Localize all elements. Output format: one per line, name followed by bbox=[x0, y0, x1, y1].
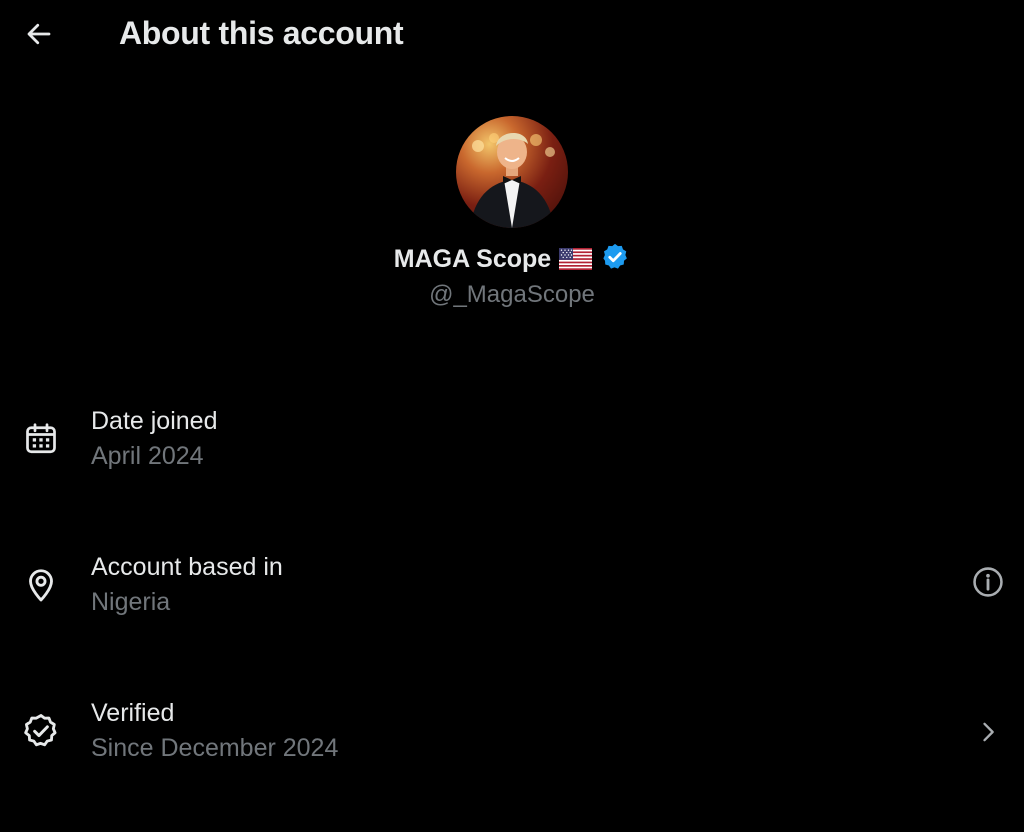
row-label: Verified bbox=[91, 699, 175, 727]
row-label: Account based in bbox=[91, 553, 283, 581]
date-joined-text: Date joined April 2024 bbox=[91, 406, 217, 471]
account-based-in-text: Account based in Nigeria bbox=[91, 552, 283, 617]
arrow-left-icon bbox=[24, 19, 54, 54]
header: About this account bbox=[0, 0, 1024, 72]
row-label: Date joined bbox=[91, 407, 218, 435]
display-name: MAGA Scope bbox=[393, 244, 552, 273]
verified-row[interactable]: Verified Since December 2024 bbox=[0, 698, 1024, 778]
date-joined-row: Date joined April 2024 bbox=[0, 406, 1024, 486]
calendar-icon bbox=[22, 420, 60, 458]
verified-badge-icon[interactable] bbox=[600, 242, 630, 277]
verified-check-icon bbox=[22, 712, 60, 750]
chevron-right-icon[interactable] bbox=[970, 714, 1006, 750]
info-icon bbox=[971, 565, 1005, 604]
account-based-in-row: Account based in Nigeria bbox=[0, 552, 1024, 632]
verified-text: Verified Since December 2024 bbox=[91, 698, 338, 763]
about-account-page: About this account MAGA Scope @_MagaScop… bbox=[0, 0, 1024, 832]
row-value: Since December 2024 bbox=[91, 734, 339, 762]
row-value: Nigeria bbox=[91, 588, 171, 616]
profile-section: MAGA Scope @_MagaScope bbox=[0, 116, 1024, 309]
avatar[interactable] bbox=[456, 116, 568, 228]
row-value: April 2024 bbox=[91, 442, 204, 470]
page-title: About this account bbox=[119, 15, 404, 51]
back-button[interactable] bbox=[20, 18, 58, 54]
handle: @_MagaScope bbox=[429, 281, 595, 308]
name-row: MAGA Scope bbox=[0, 243, 1024, 275]
us-flag-icon bbox=[559, 248, 593, 270]
info-button[interactable] bbox=[970, 566, 1006, 602]
location-pin-icon bbox=[22, 566, 60, 604]
